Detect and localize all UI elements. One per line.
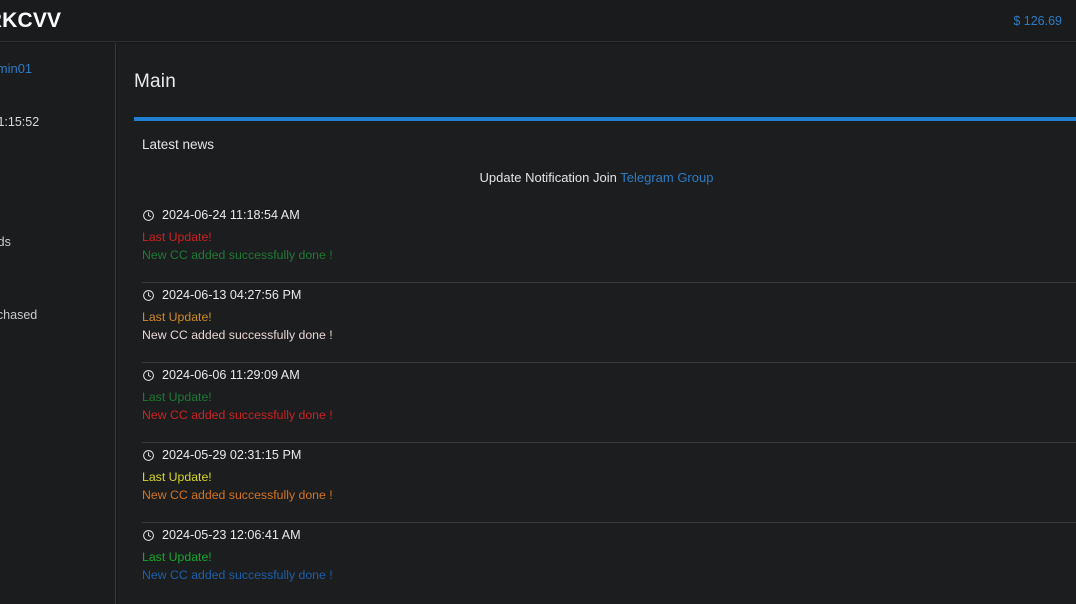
top-bar: DARKCVV $ 126.69 (0, 0, 1076, 42)
welcome-message: Welcome Admin01 (0, 61, 115, 76)
news-timestamp: 2024-05-23 12:06:41 AM (162, 528, 301, 542)
top-bar-right: $ 126.69 (1013, 14, 1076, 28)
clock-icon (142, 529, 155, 542)
news-timestamp: 2024-06-13 04:27:56 PM (162, 288, 302, 302)
news-headline: Last Update! (142, 470, 212, 484)
news-date-row: 2024-05-29 02:31:15 PM (142, 448, 1076, 462)
last-visit-time: 2024-06-25 11:15:52 (0, 115, 40, 129)
sidebar-item-purchased[interactable]: Purchased (0, 265, 115, 293)
sidebar-item-card[interactable]: Card (0, 192, 115, 220)
sidebar-item-logout[interactable]: Logout (0, 520, 115, 548)
news-item: 2024-06-06 11:29:09 AM Last Update! New CC… (142, 363, 1076, 443)
latest-news-heading: Latest news (142, 137, 215, 152)
news-body: New CC added successfully done ! (142, 568, 333, 582)
news-headline: Last Update! (142, 230, 212, 244)
app-root: DARKCVV $ 126.69 Welcome Admin01 Your la… (0, 0, 1076, 604)
clock-icon (142, 449, 155, 462)
news-item: 2024-06-13 04:27:56 PM Last Update! New CC… (142, 283, 1076, 363)
sidebar-item-full-balance[interactable]: Full Balance (0, 338, 115, 366)
news-timestamp: 2024-05-29 02:31:15 PM (162, 448, 302, 462)
news-body: New CC added successfully done ! (142, 328, 333, 342)
news-item: 2024-06-24 11:18:54 AM Last Update! New CC… (142, 203, 1076, 283)
news-item: 2024-05-29 02:31:15 PM Last Update! New CC… (142, 443, 1076, 523)
main-content: Main Latest news Update Notification Joi… (117, 43, 1076, 604)
news-item: 2024-05-23 12:06:41 AM Last Update! New CC… (142, 523, 1076, 602)
news-body: New CC added successfully done ! (142, 488, 333, 502)
sidebar-item-profile[interactable]: Profile (0, 447, 115, 475)
page-title: Main (134, 71, 176, 92)
brand-logo[interactable]: DARKCVV (0, 9, 61, 33)
username-label: Admin01 (0, 61, 33, 76)
sidebar-item-main[interactable]: Main (0, 155, 115, 183)
account-balance[interactable]: $ 126.69 (1013, 14, 1062, 28)
telegram-group-link[interactable]: Telegram Group (620, 170, 713, 185)
news-headline: Last Update! (142, 390, 212, 404)
sidebar-item-premium-cards[interactable]: Premium Cards (0, 228, 115, 256)
clock-icon (142, 289, 155, 302)
last-visit-label: Your last visit: (0, 98, 99, 112)
sidebar-item-rules[interactable]: Rules (0, 484, 115, 512)
news-timestamp: 2024-06-06 11:29:09 AM (162, 368, 300, 382)
news-headline: Last Update! (142, 310, 212, 324)
update-notification: Update Notification Join Telegram Group (117, 152, 1076, 185)
news-date-row: 2024-06-06 11:29:09 AM (142, 368, 1076, 382)
news-list: 2024-06-24 11:18:54 AM Last Update! New CC… (142, 203, 1076, 602)
sidebar-item-premium-purchased[interactable]: Premium Purchased (0, 301, 115, 329)
clock-icon (142, 369, 155, 382)
news-body: New CC added successfully done ! (142, 408, 333, 422)
notification-text: Update Notification Join (479, 170, 621, 185)
sidebar-item-checker[interactable]: Checker (0, 411, 115, 439)
clock-icon (142, 209, 155, 222)
sidebar-nav: Main Card Premium Cards Purchased Premium Pu… (0, 155, 115, 548)
news-date-row: 2024-06-24 11:18:54 AM (142, 208, 1076, 222)
news-body: New CC added successfully done ! (142, 248, 333, 262)
last-visit-block: Your last visit: 2024-06-25 11:15:52 (0, 98, 115, 129)
news-headline: Last Update! (142, 550, 212, 564)
sidebar-item-wallet[interactable]: Wallet (0, 374, 115, 402)
news-date-row: 2024-05-23 12:06:41 AM (142, 528, 1076, 542)
news-timestamp: 2024-06-24 11:18:54 AM (162, 208, 300, 222)
sidebar: Welcome Admin01 Your last visit: 2024-06… (0, 43, 116, 604)
news-date-row: 2024-06-13 04:27:56 PM (142, 288, 1076, 302)
